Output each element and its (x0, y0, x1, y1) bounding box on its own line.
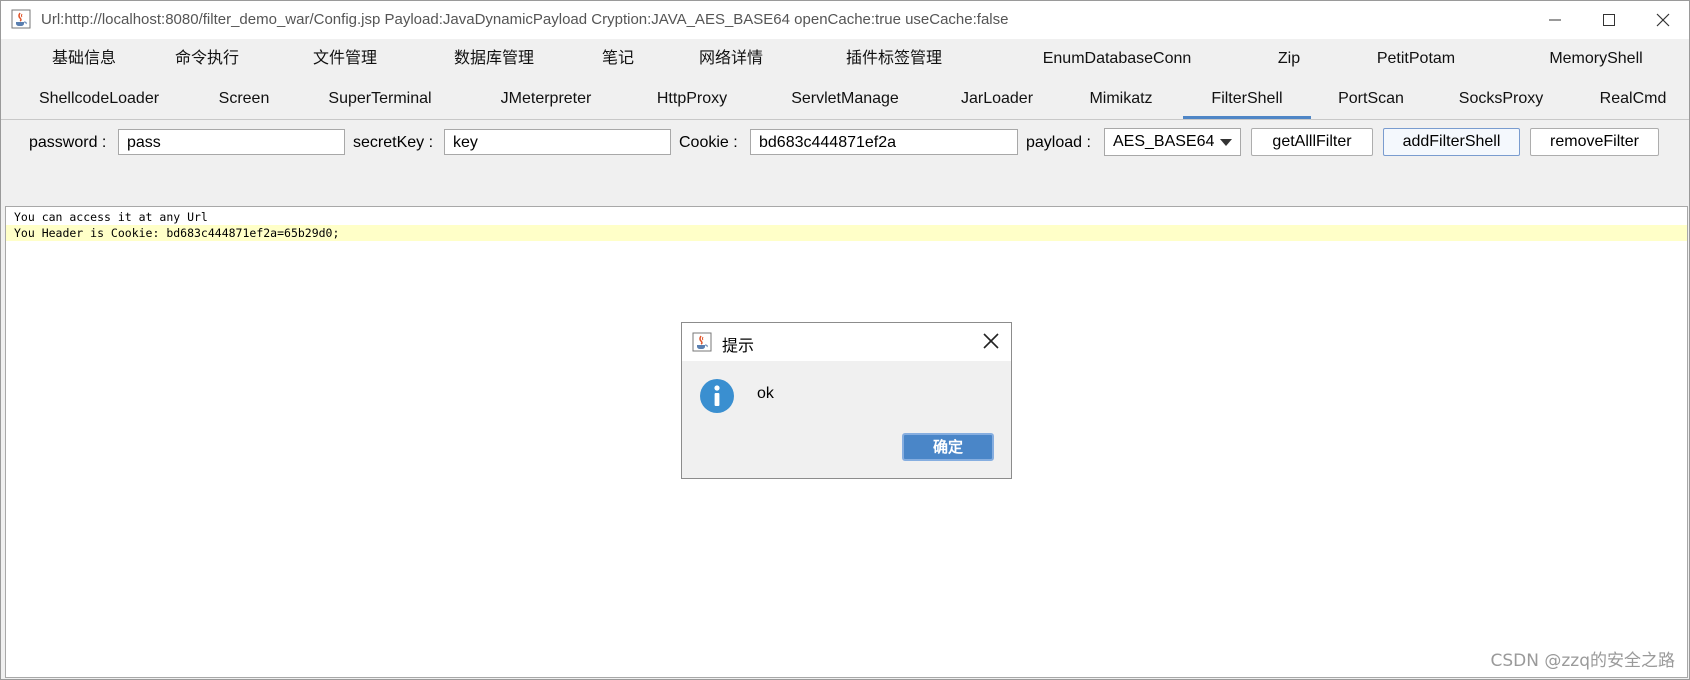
title-bar: Url:http://localhost:8080/filter_demo_wa… (1, 1, 1689, 39)
tab-super-terminal[interactable]: SuperTerminal (314, 79, 446, 119)
tab-shellcode-loader[interactable]: ShellcodeLoader (25, 79, 173, 119)
tab-basic-info[interactable]: 基础信息 (29, 39, 139, 79)
payload-select-value: AES_BASE64 (1113, 133, 1215, 150)
tab-socks-proxy[interactable]: SocksProxy (1441, 79, 1561, 119)
tab-mimikatz[interactable]: Mimikatz (1073, 79, 1169, 119)
output-line-current: You Header is Cookie: bd683c444871ef2a=6… (6, 225, 1687, 241)
tab-separator (1, 119, 1689, 120)
tab-screen[interactable]: Screen (201, 79, 287, 119)
tab-row-2: ShellcodeLoader Screen SuperTerminal JMe… (1, 79, 1689, 119)
tab-notes[interactable]: 笔记 (591, 39, 645, 79)
tab-memory-shell[interactable]: MemoryShell (1531, 39, 1661, 79)
tab-command-exec[interactable]: 命令执行 (157, 39, 257, 79)
dialog-title: 提示 (722, 336, 755, 355)
maximize-button[interactable] (1582, 1, 1636, 39)
tab-http-proxy[interactable]: HttpProxy (642, 79, 742, 119)
tab-jar-loader[interactable]: JarLoader (949, 79, 1045, 119)
cookie-label: Cookie : (679, 134, 738, 151)
close-window-button[interactable] (1636, 1, 1689, 39)
maximize-icon (1603, 14, 1615, 26)
info-icon (700, 379, 734, 413)
remove-filter-button[interactable]: removeFilter (1530, 128, 1659, 156)
tab-row-1: 基础信息 命令执行 文件管理 数据库管理 笔记 网络详情 插件标签管理 Enum… (1, 39, 1689, 79)
tab-petit-potam[interactable]: PetitPotam (1361, 39, 1471, 79)
dialog-close-icon[interactable] (981, 331, 1001, 351)
tab-servlet-manage[interactable]: ServletManage (779, 79, 911, 119)
watermark: CSDN @zzq的安全之路 (1490, 651, 1675, 671)
get-all-filter-button[interactable]: getAlllFilter (1251, 128, 1373, 156)
message-dialog: 提示 ok 确定 (681, 322, 1012, 479)
window-title: Url:http://localhost:8080/filter_demo_wa… (41, 11, 1009, 28)
password-input[interactable]: pass (118, 129, 345, 155)
password-label: password : (29, 134, 107, 151)
minimize-icon (1549, 19, 1561, 21)
app-window: Url:http://localhost:8080/filter_demo_wa… (0, 0, 1690, 680)
tab-enum-database-conn[interactable]: EnumDatabaseConn (1027, 39, 1207, 79)
secret-key-input[interactable]: key (444, 129, 671, 155)
tab-port-scan[interactable]: PortScan (1321, 79, 1421, 119)
tab-plugin-tags[interactable]: 插件标签管理 (834, 39, 954, 79)
secret-key-label: secretKey : (353, 134, 434, 151)
cookie-input[interactable]: bd683c444871ef2a (750, 129, 1018, 155)
tab-file-manager[interactable]: 文件管理 (295, 39, 395, 79)
tab-real-cmd[interactable]: RealCmd (1585, 79, 1681, 119)
chevron-down-icon (1220, 139, 1232, 146)
tab-jmeterpreter[interactable]: JMeterpreter (481, 79, 611, 119)
tab-database-manager[interactable]: 数据库管理 (434, 39, 554, 79)
tab-filter-shell[interactable]: FilterShell (1183, 79, 1311, 119)
tab-network-details[interactable]: 网络详情 (681, 39, 781, 79)
output-line: You can access it at any Url (14, 210, 208, 224)
close-icon (1656, 13, 1670, 27)
dialog-message: ok (757, 385, 774, 402)
java-cup-icon (11, 9, 31, 29)
add-filter-shell-button[interactable]: addFilterShell (1383, 128, 1520, 156)
payload-select[interactable]: AES_BASE64 (1104, 128, 1241, 156)
payload-label: payload : (1026, 134, 1091, 151)
dialog-title-bar: 提示 (682, 323, 1011, 361)
minimize-button[interactable] (1528, 1, 1582, 39)
dialog-ok-button[interactable]: 确定 (902, 433, 994, 461)
java-cup-icon (692, 332, 712, 352)
tab-zip[interactable]: Zip (1261, 39, 1317, 79)
